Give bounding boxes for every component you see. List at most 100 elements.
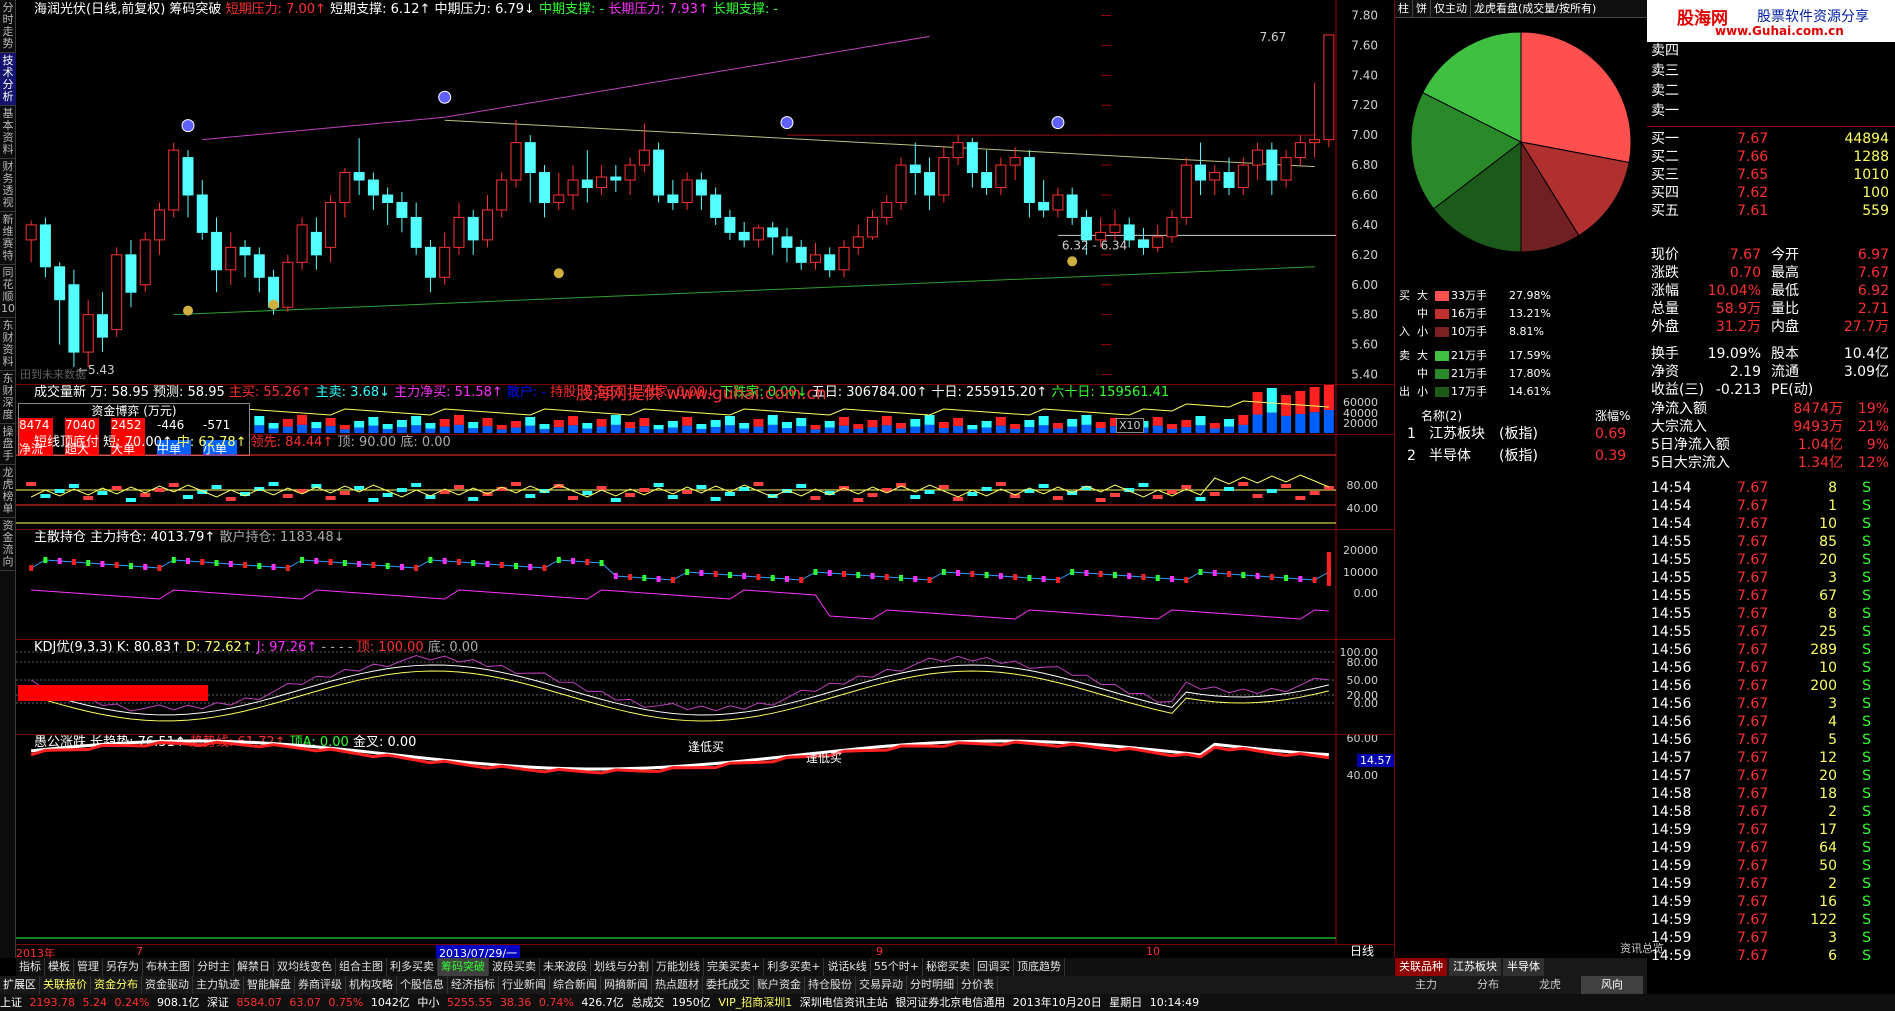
extension-tab-8[interactable]: 个股信息: [397, 976, 448, 994]
side-tab-3[interactable]: 财务透视: [0, 159, 16, 212]
side-tab-10[interactable]: 资金流向: [0, 518, 16, 571]
short-bar: [282, 494, 293, 498]
extension-tab-19[interactable]: 分价表: [958, 976, 998, 994]
indicator-tab-13[interactable]: 划线与分割: [591, 958, 653, 976]
side-tab-8[interactable]: 操盘手: [0, 424, 16, 465]
volume-bar: [981, 421, 992, 428]
extension-tab-13[interactable]: 热点题材: [652, 976, 703, 994]
candlestick-chart[interactable]: 7.80 7.60 7.40 7.20 7.00 6.80 6.60 6.40 6.20 6.00…: [16, 0, 1394, 385]
extension-tab-18[interactable]: 分时明细: [907, 976, 958, 994]
indicator-tab-14[interactable]: 万能划线: [653, 958, 704, 976]
extension-tab-4[interactable]: 主力轨迹: [193, 976, 244, 994]
side-tab-1[interactable]: 技术分析: [0, 53, 16, 106]
extension-tab-11[interactable]: 综合新闻: [550, 976, 601, 994]
sector-row[interactable]: 1 江苏板块 (板指) 0.69: [1395, 423, 1647, 445]
indicator-tab-15[interactable]: 完美买卖+: [704, 958, 765, 976]
status-bar: 上证 2193.78 5.24 0.24% 908.1亿 深证 8584.07 …: [0, 994, 1895, 1011]
range-label: 6.32 - 6.34: [1062, 238, 1127, 252]
extension-tab-6[interactable]: 券商评级: [295, 976, 346, 994]
tick-side: S: [1862, 534, 1871, 550]
extension-tab-5[interactable]: 智能解盘: [244, 976, 295, 994]
side-tab-0[interactable]: 分时走势: [0, 0, 16, 53]
related-tab-2[interactable]: 半导体: [1503, 958, 1544, 976]
indicator-tab-11[interactable]: 波段买卖: [489, 958, 540, 976]
extension-tab-15[interactable]: 账户资金: [754, 976, 805, 994]
extension-tab-12[interactable]: 网摘新闻: [601, 976, 652, 994]
indicator-tab-16[interactable]: 利多买卖+: [764, 958, 825, 976]
extension-tab-17[interactable]: 交易异动: [856, 976, 907, 994]
volume-bar: [339, 425, 350, 430]
holding-panel[interactable]: 主散持仓 主力持仓: 4013.79↑ 散户持仓: 1183.48↓ 20000…: [16, 530, 1394, 640]
side-tab-6[interactable]: 东财资料: [0, 318, 16, 371]
sector-row[interactable]: 2 半导体 (板指) 0.39: [1395, 445, 1647, 467]
right-footer-tab-0[interactable]: 主力: [1395, 976, 1457, 994]
candle-body: [1209, 172, 1221, 181]
right-tab-1[interactable]: 饼: [1413, 0, 1431, 18]
indicator-tab-3[interactable]: 另存为: [103, 958, 143, 976]
kdj-panel[interactable]: KDJ优(9,3,3) K: 80.83↑ D: 72.62↑ J: 97.26…: [16, 640, 1394, 735]
indicator-tab-2[interactable]: 管理: [74, 958, 103, 976]
indicator-tab-19[interactable]: 秘密买卖: [923, 958, 975, 976]
candle-body: [1166, 216, 1178, 238]
extension-tab-0[interactable]: 扩展区: [0, 976, 40, 994]
tick-side: S: [1862, 588, 1871, 604]
holding-spike: [1326, 552, 1331, 586]
legend-amount: 33万手: [1451, 289, 1487, 302]
short-bar: [1138, 483, 1149, 487]
candle-body: [153, 209, 165, 241]
indicator-tab-9[interactable]: 利多买卖: [387, 958, 438, 976]
holding-chart[interactable]: 20000 10000 0.00: [16, 530, 1394, 640]
volume-bar: [1152, 417, 1163, 426]
indicator-tab-8[interactable]: 组合主图: [336, 958, 387, 976]
volume-bar: [967, 425, 978, 430]
trend-panel[interactable]: 愚公涨跌 长趋势: 76.51↑ 趋势线: 61.72↑ 顶A: 0.00 金叉…: [16, 735, 1395, 945]
kdj-chart[interactable]: 100.0080.0050.0020.000.00: [16, 640, 1394, 735]
short-topbottom-chart[interactable]: 80.00 40.00: [16, 435, 1394, 530]
side-tab-4[interactable]: 新维赛特: [0, 212, 16, 265]
price-panel[interactable]: 海润光伏(日线,前复权) 筹码突破 短期压力: 7.00↑ 短期支撑: 6.12…: [16, 0, 1394, 385]
legend-pct: 17.59%: [1509, 349, 1551, 362]
right-tab-2[interactable]: 仅主动: [1431, 0, 1471, 18]
indicator-tab-0[interactable]: 指标: [16, 958, 45, 976]
extension-tab-1[interactable]: 关联报价: [40, 976, 91, 994]
extension-tab-16[interactable]: 持仓股份: [805, 976, 856, 994]
fund-box-title: 资金博弈 (万元): [91, 404, 177, 418]
extension-tab-7[interactable]: 机构攻略: [346, 976, 397, 994]
related-tab-1[interactable]: 江苏板块: [1449, 958, 1501, 976]
side-tab-5[interactable]: 同花顺10: [0, 265, 16, 318]
right-footer-tab-2[interactable]: 龙虎: [1519, 976, 1581, 994]
indicator-tab-5[interactable]: 分时主: [194, 958, 234, 976]
right-footer-tab-3[interactable]: 风向: [1581, 976, 1643, 994]
short-topbottom-panel[interactable]: 短线顶底付 短: 70.00↑ 中: 62.78↑ 领先: 84.44↑ 顶: …: [16, 435, 1394, 530]
side-tab-9[interactable]: 龙虎榜单: [0, 465, 16, 518]
sector-pct: 0.69: [1595, 426, 1627, 442]
right-footer-tab-1[interactable]: 分布: [1457, 976, 1519, 994]
indicator-tab-18[interactable]: 55个时+: [871, 958, 924, 976]
trend-chart[interactable]: 60.0040.00逢低买逢低买: [16, 735, 1394, 945]
indicator-tab-21[interactable]: 顶底趋势: [1014, 958, 1066, 976]
right-tab-0[interactable]: 柱: [1395, 0, 1413, 18]
side-tab-2[interactable]: 基本资料: [0, 106, 16, 159]
tick-row: 14:55 7.67 25 S: [1647, 623, 1895, 641]
related-tab-0[interactable]: 关联品种: [1395, 958, 1447, 976]
indicator-tab-20[interactable]: 回调买: [974, 958, 1015, 976]
indicator-tab-7[interactable]: 双均线变色: [274, 958, 336, 976]
indicator-tab-10[interactable]: 筹码突破: [438, 958, 489, 976]
right-tab-3[interactable]: 龙虎看盘(成交量/按所有): [1471, 0, 1599, 18]
order-buy-price: 7.65: [1737, 167, 1769, 183]
indicator-tab-17[interactable]: 说话k线: [824, 958, 871, 976]
indicator-tab-4[interactable]: 布林主图: [143, 958, 194, 976]
tick-price: 7.67: [1737, 930, 1769, 946]
extension-tab-10[interactable]: 行业新闻: [499, 976, 550, 994]
extension-tab-2[interactable]: 资金分布: [91, 976, 142, 994]
side-tab-7[interactable]: 东财深度: [0, 371, 16, 424]
extension-tab-9[interactable]: 经济指标: [448, 976, 499, 994]
extension-tab-14[interactable]: 委托成交: [703, 976, 754, 994]
candle-body: [1309, 139, 1321, 144]
volume-bar-main: [354, 427, 365, 433]
extension-tab-3[interactable]: 资金驱动: [142, 976, 193, 994]
indicator-tab-12[interactable]: 未来波段: [540, 958, 591, 976]
indicator-tab-1[interactable]: 模板: [45, 958, 74, 976]
indicator-tab-6[interactable]: 解禁日: [234, 958, 274, 976]
quote2-value-a: 19.09%: [1707, 346, 1761, 362]
